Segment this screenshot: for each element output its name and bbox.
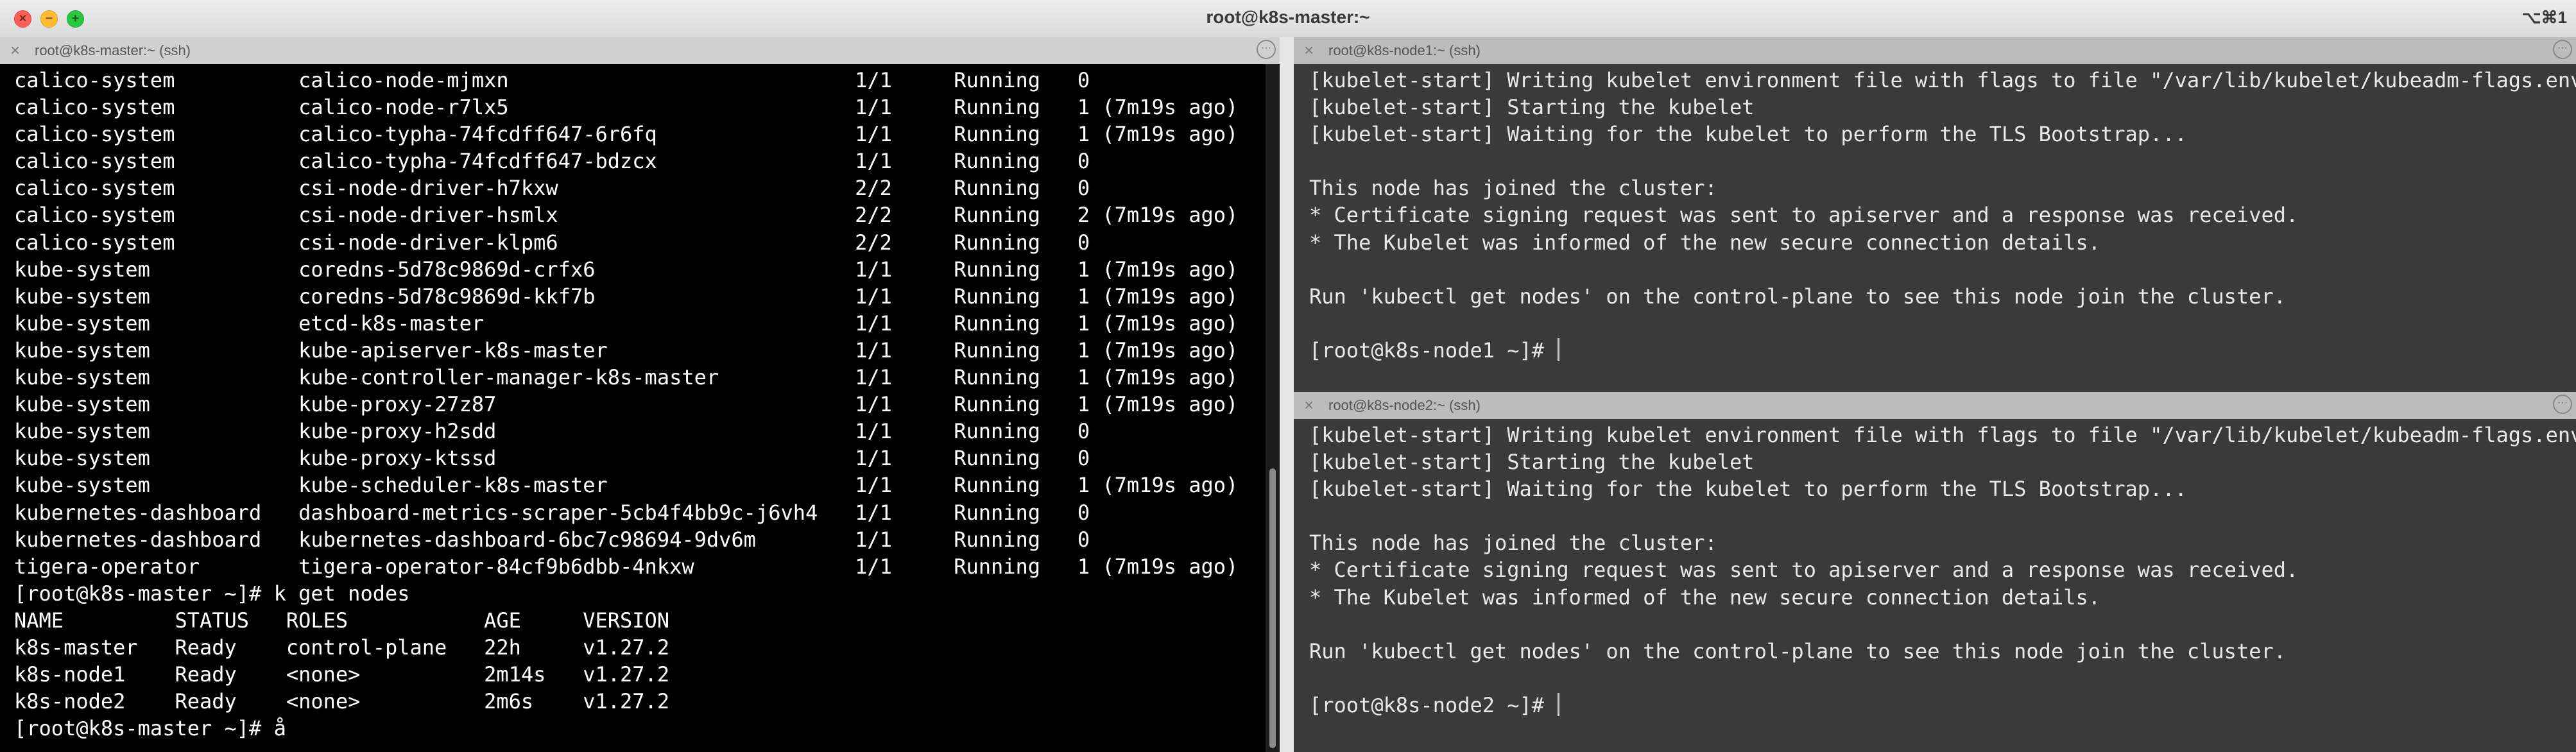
output-line: [kubelet-start] Waiting for the kubelet …	[1309, 477, 2187, 502]
terminal-pane-node1[interactable]: × root@k8s-node1:~ (ssh) ··· [kubelet-st…	[1294, 37, 2576, 392]
pod-row: kubernetes-dashboard dashboard-metrics-s…	[14, 500, 1280, 525]
close-pane-icon[interactable]: ×	[1304, 395, 1314, 415]
window-shortcut: ⌥⌘1	[2521, 8, 2567, 27]
output-line: [kubelet-start] Writing kubelet environm…	[1309, 68, 2576, 92]
text-cursor	[1558, 692, 1560, 716]
output-line: This node has joined the cluster:	[1309, 531, 1717, 556]
pod-row: kube-system kube-scheduler-k8s-master 1/…	[14, 473, 1280, 498]
terminal-output-node1[interactable]: [kubelet-start] Writing kubelet environm…	[1294, 64, 2576, 392]
output-line: * The Kubelet was informed of the new se…	[1309, 585, 2100, 610]
window-title: root@k8s-master:~	[1206, 7, 1370, 27]
output-line: * Certificate signing request was sent t…	[1309, 558, 2299, 583]
prompt-line: [root@k8s-node1 ~]#	[1309, 337, 2576, 364]
pane-tab-node2[interactable]: × root@k8s-node2:~ (ssh) ···	[1294, 392, 2576, 420]
pane-splitter[interactable]	[1280, 37, 1294, 752]
pod-row: calico-system calico-typha-74fcdff647-bd…	[14, 149, 1280, 174]
pod-row: tigera-operator tigera-operator-84cf9b6d…	[14, 554, 1280, 579]
command-line: [root@k8s-master ~]# k get nodes	[14, 581, 410, 606]
node-row: k8s-node2 Ready <none> 2m6s v1.27.2	[14, 689, 670, 714]
pod-row: kube-system coredns-5d78c9869d-crfx6 1/1…	[14, 257, 1280, 282]
prompt-line: [root@k8s-master ~]# å	[14, 716, 286, 741]
prompt-line: [root@k8s-node2 ~]#	[1309, 692, 2576, 719]
more-options-icon[interactable]: ···	[2553, 395, 2572, 414]
pod-row: calico-system csi-node-driver-klpm6 2/2 …	[14, 230, 1280, 255]
terminal-pane-node2[interactable]: × root@k8s-node2:~ (ssh) ··· [kubelet-st…	[1294, 392, 2576, 752]
pane-tab-node1[interactable]: × root@k8s-node1:~ (ssh) ···	[1294, 37, 2576, 65]
terminal-output-node2[interactable]: [kubelet-start] Writing kubelet environm…	[1294, 419, 2576, 752]
pod-row: kube-system coredns-5d78c9869d-kkf7b 1/1…	[14, 284, 1280, 309]
terminal-scrollbar[interactable]	[1266, 64, 1280, 752]
output-line: This node has joined the cluster:	[1309, 176, 1717, 201]
pane-tab-title: root@k8s-node2:~ (ssh)	[1328, 397, 1481, 413]
pod-row: kube-system kube-proxy-ktssd 1/1 Running…	[14, 446, 1280, 471]
terminal-pane-master[interactable]: × root@k8s-master:~ (ssh) ··· calico-sys…	[0, 37, 1280, 752]
text-cursor	[1558, 338, 1560, 361]
close-pane-icon[interactable]: ×	[10, 40, 20, 60]
close-pane-icon[interactable]: ×	[1304, 40, 1314, 60]
scrollbar-thumb[interactable]	[1269, 468, 1276, 748]
output-line: * Certificate signing request was sent t…	[1309, 203, 2299, 228]
pane-tab-master[interactable]: × root@k8s-master:~ (ssh) ···	[0, 37, 1280, 65]
pod-row: kubernetes-dashboard kubernetes-dashboar…	[14, 527, 1280, 552]
pod-row: kube-system etcd-k8s-master 1/1 Running …	[14, 311, 1280, 336]
pane-tab-title: root@k8s-node1:~ (ssh)	[1328, 42, 1481, 58]
pod-row: calico-system csi-node-driver-hsmlx 2/2 …	[14, 203, 1280, 228]
window-titlebar: × − + root@k8s-master:~ ⌥⌘1	[0, 0, 2576, 38]
pod-row: calico-system calico-node-r7lx5 1/1 Runn…	[14, 95, 1280, 120]
node-row: k8s-master Ready control-plane 22h v1.27…	[14, 635, 670, 660]
output-line: [kubelet-start] Writing kubelet environm…	[1309, 423, 2576, 447]
pod-row: calico-system calico-typha-74fcdff647-6r…	[14, 122, 1280, 147]
output-line: [kubelet-start] Waiting for the kubelet …	[1309, 122, 2187, 147]
terminal-output-master[interactable]: calico-system calico-node-mjmxn 1/1 Runn…	[0, 64, 1280, 752]
nodes-header-row: NAME STATUS ROLES AGE VERSION	[14, 608, 670, 633]
pod-row: calico-system csi-node-driver-h7kxw 2/2 …	[14, 176, 1280, 201]
pane-tab-title: root@k8s-master:~ (ssh)	[35, 42, 191, 58]
more-options-icon[interactable]: ···	[1257, 40, 1276, 59]
more-options-icon[interactable]: ···	[2553, 40, 2572, 59]
pod-row: kube-system kube-proxy-h2sdd 1/1 Running…	[14, 419, 1280, 444]
node-row: k8s-node1 Ready <none> 2m14s v1.27.2	[14, 662, 670, 687]
pod-row: kube-system kube-proxy-27z87 1/1 Running…	[14, 392, 1280, 417]
output-line: Run 'kubectl get nodes' on the control-p…	[1309, 638, 2286, 663]
pod-row: calico-system calico-node-mjmxn 1/1 Runn…	[14, 68, 1280, 92]
pod-row: kube-system kube-controller-manager-k8s-…	[14, 365, 1280, 390]
output-line: Run 'kubectl get nodes' on the control-p…	[1309, 284, 2286, 309]
output-line: [kubelet-start] Starting the kubelet	[1309, 95, 1755, 120]
pod-row: kube-system kube-apiserver-k8s-master 1/…	[14, 338, 1280, 363]
output-line: [kubelet-start] Starting the kubelet	[1309, 450, 1755, 475]
output-line: * The Kubelet was informed of the new se…	[1309, 230, 2100, 255]
